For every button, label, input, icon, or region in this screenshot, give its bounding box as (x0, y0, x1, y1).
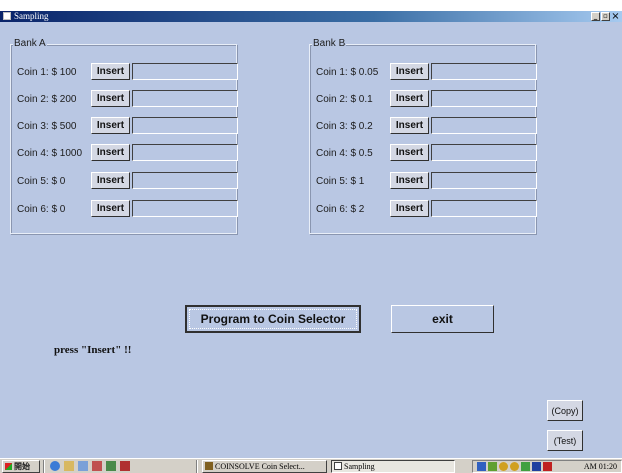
bank-b-group: Bank B Coin 1: $ 0.05 Insert Coin 2: $ 0.1… (309, 38, 537, 234)
clock: AM 01:20 (583, 462, 617, 471)
coin-count-field[interactable] (431, 90, 537, 107)
coin-row: Coin 6: $ 0 Insert (11, 200, 238, 220)
program-to-coin-selector-button[interactable]: Program to Coin Selector (185, 305, 361, 333)
coin-row: Coin 1: $ 0.05 Insert (310, 63, 537, 83)
desktop-icon[interactable] (78, 461, 88, 471)
tray-app-icon[interactable] (510, 462, 519, 471)
coin-count-field[interactable] (132, 63, 238, 80)
tool-icon[interactable] (92, 461, 102, 471)
insert-button[interactable]: Insert (91, 172, 130, 189)
test-button[interactable]: (Test) (547, 430, 583, 451)
coin-label: Coin 1: $ 100 (17, 67, 77, 78)
task-sampling[interactable]: Sampling (331, 460, 455, 473)
window-title: Sampling (14, 11, 49, 21)
browser-icon[interactable] (50, 461, 60, 471)
coin-label: Coin 3: $ 0.2 (316, 121, 373, 132)
task-label: COINSOLVE Coin Select... (215, 462, 305, 471)
tray-app-icon[interactable] (543, 462, 552, 471)
copy-button[interactable]: (Copy) (547, 400, 583, 421)
coin-count-field[interactable] (132, 90, 238, 107)
coin-count-field[interactable] (431, 144, 537, 161)
tray-app-icon[interactable] (521, 462, 530, 471)
insert-button[interactable]: Insert (390, 117, 429, 134)
coin-row: Coin 3: $ 500 Insert (11, 117, 238, 137)
coin-label: Coin 2: $ 0.1 (316, 94, 373, 105)
close-icon[interactable]: × (611, 12, 620, 22)
coin-count-field[interactable] (132, 172, 238, 189)
title-bar: Sampling _ ▫ × (0, 0, 622, 22)
insert-button[interactable]: Insert (390, 144, 429, 161)
insert-button[interactable]: Insert (91, 90, 130, 107)
input-method-icon[interactable] (532, 462, 541, 471)
coin-count-field[interactable] (132, 144, 238, 161)
insert-button[interactable]: Insert (91, 117, 130, 134)
network-icon[interactable] (477, 462, 486, 471)
coin-count-field[interactable] (431, 63, 537, 80)
coin-row: Coin 1: $ 100 Insert (11, 63, 238, 83)
coin-label: Coin 1: $ 0.05 (316, 67, 379, 78)
coin-count-field[interactable] (431, 172, 537, 189)
taskbar-separator (43, 460, 45, 473)
insert-button[interactable]: Insert (390, 63, 429, 80)
insert-button[interactable]: Insert (390, 200, 429, 217)
system-tray: AM 01:20 (472, 460, 622, 473)
minimize-icon[interactable]: _ (591, 12, 600, 21)
bank-a-title: Bank A (13, 38, 47, 50)
coin-label: Coin 3: $ 500 (17, 121, 77, 132)
coin-label: Coin 2: $ 200 (17, 94, 77, 105)
maximize-icon[interactable]: ▫ (601, 12, 610, 21)
coin-row: Coin 4: $ 0.5 Insert (310, 144, 537, 164)
coin-label: Coin 6: $ 0 (17, 204, 66, 215)
coin-label: Coin 4: $ 0.5 (316, 148, 373, 159)
coin-label: Coin 5: $ 1 (316, 176, 365, 187)
coin-label: Coin 6: $ 2 (316, 204, 365, 215)
app-shortcut-icon[interactable] (106, 461, 116, 471)
tray-app-icon[interactable] (488, 462, 497, 471)
coin-count-field[interactable] (132, 200, 238, 217)
tray-app-icon[interactable] (499, 462, 508, 471)
app-icon (3, 12, 11, 20)
media-icon[interactable] (120, 461, 130, 471)
coin-row: Coin 3: $ 0.2 Insert (310, 117, 537, 137)
bank-a-group: Bank A Coin 1: $ 100 Insert Coin 2: $ 200 I… (10, 38, 238, 234)
insert-button[interactable]: Insert (91, 63, 130, 80)
taskbar-separator (196, 460, 198, 473)
coin-row: Coin 2: $ 200 Insert (11, 90, 238, 110)
task-coinsolve[interactable]: COINSOLVE Coin Select... (202, 460, 327, 473)
insert-button[interactable]: Insert (390, 90, 429, 107)
insert-button[interactable]: Insert (91, 144, 130, 161)
window-controls: _ ▫ × (591, 12, 620, 22)
title-bar-strip (0, 11, 622, 22)
instruction-text: press "Insert" !! (54, 344, 132, 356)
folder-icon[interactable] (64, 461, 74, 471)
bank-b-title: Bank B (312, 38, 347, 50)
coin-row: Coin 4: $ 1000 Insert (11, 144, 238, 164)
coin-count-field[interactable] (431, 117, 537, 134)
coin-count-field[interactable] (132, 117, 238, 134)
coin-row: Coin 2: $ 0.1 Insert (310, 90, 537, 110)
coin-label: Coin 5: $ 0 (17, 176, 66, 187)
database-icon (205, 462, 213, 470)
insert-button[interactable]: Insert (91, 200, 130, 217)
window-icon (334, 462, 342, 470)
exit-button[interactable]: exit (391, 305, 494, 333)
coin-label: Coin 4: $ 1000 (17, 148, 83, 159)
coin-row: Coin 5: $ 1 Insert (310, 172, 537, 192)
coin-row: Coin 6: $ 2 Insert (310, 200, 537, 220)
insert-button[interactable]: Insert (390, 172, 429, 189)
task-label: Sampling (344, 462, 375, 471)
coin-count-field[interactable] (431, 200, 537, 217)
taskbar: 開始 COINSOLVE Coin Select... Sampling AM … (0, 458, 622, 473)
coin-row: Coin 5: $ 0 Insert (11, 172, 238, 192)
start-button[interactable]: 開始 (2, 460, 40, 473)
